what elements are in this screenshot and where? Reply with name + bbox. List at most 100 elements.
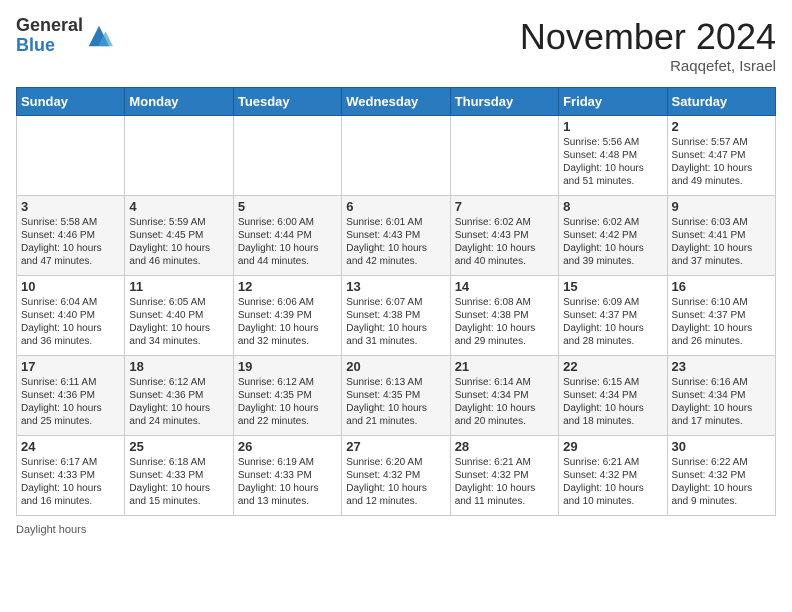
week-row-0: 1Sunrise: 5:56 AMSunset: 4:48 PMDaylight…	[17, 116, 776, 196]
cell-info-line: and 17 minutes.	[672, 415, 771, 428]
cell-info-line: Daylight: 10 hours	[346, 482, 445, 495]
day-number: 25	[129, 439, 228, 454]
cell-info-line: Sunset: 4:32 PM	[672, 469, 771, 482]
cell-info-line: Daylight: 10 hours	[346, 242, 445, 255]
weekday-header-monday: Monday	[125, 88, 233, 116]
cell-info-line: and 40 minutes.	[455, 255, 554, 268]
cell-info-line: Daylight: 10 hours	[455, 242, 554, 255]
footer: Daylight hours	[16, 524, 776, 536]
cell-info-line: Sunrise: 6:03 AM	[672, 216, 771, 229]
day-number: 27	[346, 439, 445, 454]
cell-info-line: Sunset: 4:41 PM	[672, 229, 771, 242]
page-header: General Blue November 2024 Raqqefet, Isr…	[16, 16, 776, 75]
calendar-cell: 9Sunrise: 6:03 AMSunset: 4:41 PMDaylight…	[667, 196, 775, 276]
day-number: 13	[346, 279, 445, 294]
logo: General Blue	[16, 16, 113, 56]
cell-info-line: Sunrise: 6:07 AM	[346, 296, 445, 309]
calendar-cell: 22Sunrise: 6:15 AMSunset: 4:34 PMDayligh…	[559, 356, 667, 436]
cell-info-line: Sunset: 4:32 PM	[346, 469, 445, 482]
cell-info-line: Sunset: 4:42 PM	[563, 229, 662, 242]
day-number: 22	[563, 359, 662, 374]
cell-info-line: Sunset: 4:33 PM	[21, 469, 120, 482]
calendar-cell: 25Sunrise: 6:18 AMSunset: 4:33 PMDayligh…	[125, 436, 233, 516]
cell-info-line: and 28 minutes.	[563, 335, 662, 348]
cell-info-line: Sunset: 4:43 PM	[455, 229, 554, 242]
calendar-cell: 18 Sunrise: 6:12 AMSunset: 4:36 PMDayligh…	[125, 356, 233, 436]
cell-info-line: Sunrise: 6:06 AM	[238, 296, 337, 309]
cell-info-line: Daylight: 10 hours	[346, 402, 445, 415]
cell-info-line: Sunset: 4:37 PM	[563, 309, 662, 322]
cell-info-line: Daylight: 10 hours	[21, 482, 120, 495]
cell-info-line: and 44 minutes.	[238, 255, 337, 268]
calendar-cell: 1Sunrise: 5:56 AMSunset: 4:48 PMDaylight…	[559, 116, 667, 196]
cell-info-line: Sunset: 4:36 PM	[129, 389, 228, 402]
cell-info-line: Sunset: 4:32 PM	[563, 469, 662, 482]
day-number: 18	[129, 359, 228, 374]
cell-info-line: Sunrise: 6:21 AM	[563, 456, 662, 469]
cell-info-line: Sunrise: 6:21 AM	[455, 456, 554, 469]
day-number: 20	[346, 359, 445, 374]
month-title: November 2024	[520, 16, 776, 58]
cell-info-line: Sunset: 4:34 PM	[455, 389, 554, 402]
cell-info-line: Sunset: 4:33 PM	[129, 469, 228, 482]
logo-text: General Blue	[16, 16, 83, 56]
calendar-cell: 21Sunrise: 6:14 AMSunset: 4:34 PMDayligh…	[450, 356, 558, 436]
cell-info-line: Daylight: 10 hours	[563, 482, 662, 495]
cell-info-line: Daylight: 10 hours	[563, 322, 662, 335]
cell-info-line: and 37 minutes.	[672, 255, 771, 268]
cell-info-line: Sunset: 4:38 PM	[346, 309, 445, 322]
cell-info-line: Daylight: 10 hours	[238, 482, 337, 495]
calendar-cell: 16Sunrise: 6:10 AMSunset: 4:37 PMDayligh…	[667, 276, 775, 356]
cell-info-line: Sunset: 4:46 PM	[21, 229, 120, 242]
calendar-cell: 17Sunrise: 6:11 AMSunset: 4:36 PMDayligh…	[17, 356, 125, 436]
cell-info-line: Sunrise: 6:16 AM	[672, 376, 771, 389]
day-number: 10	[21, 279, 120, 294]
cell-info-line: Sunrise: 5:59 AM	[129, 216, 228, 229]
cell-info-line: and 13 minutes.	[238, 495, 337, 508]
day-number: 29	[563, 439, 662, 454]
cell-info-line: Sunset: 4:36 PM	[21, 389, 120, 402]
cell-info-line: and 18 minutes.	[563, 415, 662, 428]
cell-info-line: Sunrise: 6:04 AM	[21, 296, 120, 309]
cell-info-line: Sunset: 4:45 PM	[129, 229, 228, 242]
cell-info-line: Daylight: 10 hours	[129, 402, 228, 415]
cell-info-line: Sunset: 4:40 PM	[129, 309, 228, 322]
cell-info-line: Sunrise: 6:12 AM	[238, 376, 337, 389]
cell-info-line: Daylight: 10 hours	[129, 242, 228, 255]
cell-info-line: Daylight: 10 hours	[21, 402, 120, 415]
title-block: November 2024 Raqqefet, Israel	[520, 16, 776, 75]
day-number: 6	[346, 199, 445, 214]
calendar-cell: 13Sunrise: 6:07 AMSunset: 4:38 PMDayligh…	[342, 276, 450, 356]
cell-info-line: and 39 minutes.	[563, 255, 662, 268]
day-number: 30	[672, 439, 771, 454]
week-row-2: 10 Sunrise: 6:04 AM Sunset: 4:40 PM Dayligh…	[17, 276, 776, 356]
week-row-1: 3Sunrise: 5:58 AMSunset: 4:46 PMDaylight…	[17, 196, 776, 276]
cell-info-line: and 9 minutes.	[672, 495, 771, 508]
cell-info-line: and 25 minutes.	[21, 415, 120, 428]
daylight-label: Daylight hours	[16, 524, 86, 536]
cell-info-line: and 46 minutes.	[129, 255, 228, 268]
cell-info-line: and 12 minutes.	[346, 495, 445, 508]
cell-info-line: and 42 minutes.	[346, 255, 445, 268]
cell-info-line: Sunrise: 6:12 AM	[129, 376, 228, 389]
cell-info-line: Sunrise: 6:09 AM	[563, 296, 662, 309]
calendar-cell: 15Sunrise: 6:09 AMSunset: 4:37 PMDayligh…	[559, 276, 667, 356]
logo-icon	[85, 22, 113, 50]
day-number: 19	[238, 359, 337, 374]
day-number: 26	[238, 439, 337, 454]
cell-info-line: Sunrise: 6:02 AM	[455, 216, 554, 229]
cell-info-line: and 15 minutes.	[129, 495, 228, 508]
day-number: 12	[238, 279, 337, 294]
cell-info-line: and 47 minutes.	[21, 255, 120, 268]
weekday-header-friday: Friday	[559, 88, 667, 116]
cell-info-line: Daylight: 10 hours	[455, 482, 554, 495]
cell-info-line: Sunrise: 6:10 AM	[672, 296, 771, 309]
calendar-cell: 7Sunrise: 6:02 AMSunset: 4:43 PMDaylight…	[450, 196, 558, 276]
day-number: 9	[672, 199, 771, 214]
calendar-cell: 6Sunrise: 6:01 AMSunset: 4:43 PMDaylight…	[342, 196, 450, 276]
cell-info-line: Sunrise: 6:14 AM	[455, 376, 554, 389]
cell-info-line: Sunset: 4:34 PM	[563, 389, 662, 402]
cell-info-line: Sunrise: 5:57 AM	[672, 136, 771, 149]
day-number: 14	[455, 279, 554, 294]
cell-info-line: Daylight: 10 hours	[129, 482, 228, 495]
